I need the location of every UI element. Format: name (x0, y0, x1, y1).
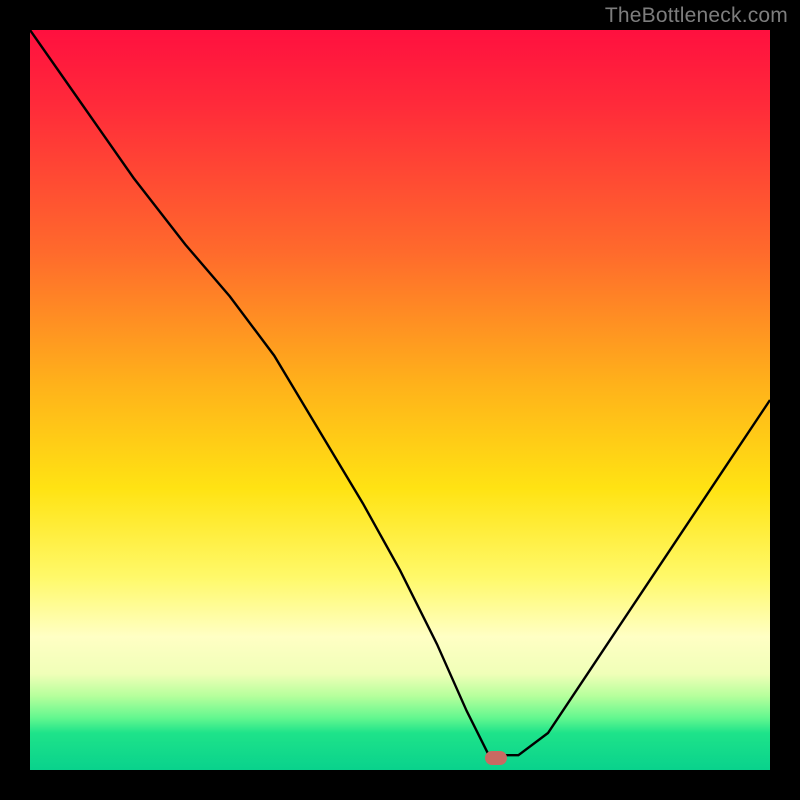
curve-layer (30, 30, 770, 770)
bottleneck-curve (30, 30, 770, 755)
watermark-text: TheBottleneck.com (605, 4, 788, 28)
chart-frame: TheBottleneck.com (0, 0, 800, 800)
plot-area (30, 30, 770, 770)
optimal-marker (485, 751, 507, 765)
